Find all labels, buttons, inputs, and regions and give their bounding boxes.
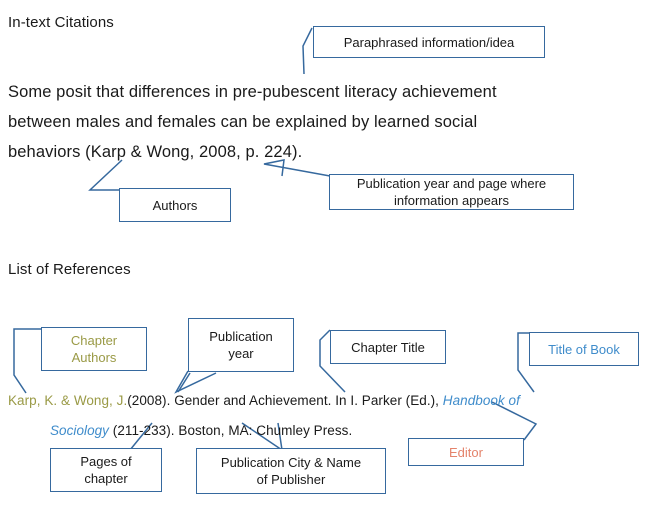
callout-pages-of-chapter-line-2: chapter [84, 471, 128, 486]
callout-publication-city-line-2: of Publisher [256, 472, 326, 487]
paragraph-line-3: behaviors (Karp & Wong, 2008, p. 224). [8, 143, 303, 161]
callout-chapter-authors: Chapter Authors [41, 327, 147, 371]
reference-citation-line-2: Sociology (211-233). Boston, MA: Chumley… [8, 416, 628, 446]
callout-chapter-title-label: Chapter Title [351, 339, 425, 355]
annotated-citation-diagram: In-text Citations Some posit that differ… [0, 0, 650, 507]
callout-publication-year-and-page: Publication year and page where informat… [329, 174, 574, 210]
callout-chapter-authors-line-1: Chapter [70, 333, 118, 348]
leader-chapter-authors [13, 328, 42, 394]
list-of-references-heading: List of References [8, 261, 131, 278]
callout-publication-year-line-2: year [228, 346, 254, 361]
callout-title-of-book: Title of Book [529, 332, 639, 366]
paragraph-line-1: Some posit that differences in pre-pubes… [8, 83, 497, 101]
callout-authors: Authors [119, 188, 231, 222]
callout-paraphrased-information: Paraphrased information/idea [313, 26, 545, 58]
callout-publication-year-and-page-line-1: Publication year and page where [356, 176, 547, 191]
reference-year-and-chapter-title: (2008). Gender and Achievement. In I. Pa… [127, 393, 443, 408]
paragraph-line-2: between males and females can be explain… [8, 113, 478, 131]
callout-chapter-title: Chapter Title [330, 330, 446, 364]
callout-pages-of-chapter: Pages of chapter [50, 448, 162, 492]
callout-editor: Editor [408, 438, 524, 466]
callout-title-of-book-label: Title of Book [548, 341, 620, 357]
reference-citation-line-1: Karp, K. & Wong, J.(2008). Gender and Ac… [8, 386, 628, 416]
reference-citation: Karp, K. & Wong, J.(2008). Gender and Ac… [8, 386, 628, 446]
reference-book-title-part-1: Handbook of [442, 393, 520, 408]
callout-editor-label: Editor [449, 444, 483, 460]
leader-paraphrased [302, 27, 313, 75]
callout-authors-label: Authors [152, 197, 198, 213]
callout-publication-year: Publication year [188, 318, 294, 372]
intext-citations-heading: In-text Citations [8, 14, 114, 31]
callout-chapter-authors-line-2: Authors [71, 350, 117, 365]
callout-publication-city-line-1: Publication City & Name [220, 455, 362, 470]
callout-publication-year-and-page-line-2: information appears [394, 193, 509, 208]
callout-publication-year-line-1: Publication [209, 329, 273, 344]
reference-book-title-part-2: Sociology [50, 423, 109, 438]
reference-pages-publisher: (211-233). Boston, MA: Chumley Press. [109, 423, 353, 438]
callout-publication-city-and-publisher: Publication City & Name of Publisher [196, 448, 386, 494]
callout-pages-of-chapter-line-1: Pages of [80, 454, 132, 469]
reference-chapter-authors: Karp, K. & Wong, J. [8, 393, 128, 408]
intext-example-paragraph: Some posit that differences in pre-pubes… [8, 77, 608, 167]
callout-paraphrased-label: Paraphrased information/idea [343, 34, 515, 50]
